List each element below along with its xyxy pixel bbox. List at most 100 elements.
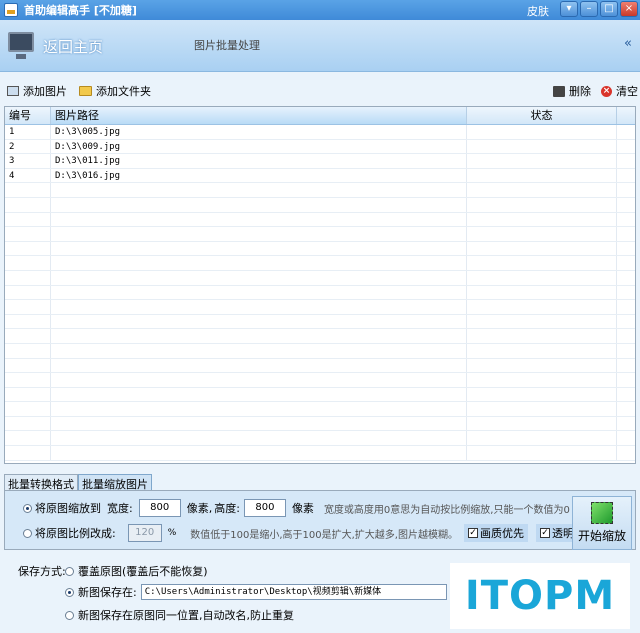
cell-path: D:\3\016.jpg xyxy=(51,168,467,183)
ratio-input[interactable]: 120 xyxy=(127,524,162,542)
ratio-radio[interactable] xyxy=(23,528,32,538)
tab-batch-resize[interactable]: 批量缩放图片 xyxy=(78,474,152,491)
cell-path xyxy=(51,285,467,300)
cell-no xyxy=(5,387,51,402)
height-input[interactable]: 800 xyxy=(243,499,286,517)
cell-status xyxy=(467,446,617,460)
table-row[interactable] xyxy=(5,431,635,447)
close-button[interactable]: × xyxy=(620,1,638,17)
same-location-radio[interactable] xyxy=(65,610,74,620)
quality-first-checkbox[interactable]: ✓ 画质优先 xyxy=(464,524,528,542)
save-path-input[interactable]: C:\Users\Administrator\Desktop\视频剪辑\新媒体 xyxy=(140,584,447,600)
window-title: 首助编辑高手 [不加糖] xyxy=(24,4,137,17)
folder-icon xyxy=(79,86,92,96)
new-location-radio[interactable] xyxy=(65,587,74,597)
overwrite-label: 覆盖原图(覆盖后不能恢复) xyxy=(78,565,208,578)
table-body: 1 D:\3\005.jpg 2 D:\3\009.jpg 3 D:\3\011.jpg 4… xyxy=(5,125,635,461)
resize-hint: 宽度或高度用0意思为自动按比例缩放,只能一个数值为0 xyxy=(323,504,570,516)
cell-path xyxy=(51,358,467,373)
table-row[interactable]: 4 D:\3\016.jpg xyxy=(5,168,635,184)
table-row[interactable] xyxy=(5,329,635,344)
cell-status xyxy=(467,416,617,431)
ratio-hint: 数值低于100是缩小,高于100是扩大,扩大越多,图片越模糊。 xyxy=(190,529,458,541)
table-row[interactable]: 1 D:\3\005.jpg xyxy=(5,125,635,140)
cell-no xyxy=(5,285,51,300)
table-row[interactable] xyxy=(5,183,635,198)
table-row[interactable] xyxy=(5,227,635,242)
toolbar: 添加图片 添加文件夹 删除 × 清空 xyxy=(0,80,640,102)
cube-icon xyxy=(591,502,613,524)
monitor-icon[interactable] xyxy=(8,32,34,59)
table-row[interactable] xyxy=(5,402,635,417)
cell-status xyxy=(467,358,617,373)
table-row[interactable] xyxy=(5,285,635,301)
maximize-button[interactable]: □ xyxy=(600,1,618,17)
cell-path: D:\3\009.jpg xyxy=(51,139,467,154)
clear-button[interactable]: × 清空 xyxy=(601,83,638,99)
cell-status xyxy=(467,241,617,256)
add-folder-label: 添加文件夹 xyxy=(96,85,151,98)
cell-status xyxy=(467,139,617,154)
cell-no: 4 xyxy=(5,168,51,183)
clear-icon: × xyxy=(601,85,612,97)
cell-path xyxy=(51,402,467,416)
cell-status xyxy=(467,183,617,197)
table-row[interactable]: 3 D:\3\011.jpg xyxy=(5,154,635,169)
cell-path xyxy=(51,314,467,329)
table-row[interactable] xyxy=(5,300,635,315)
table-row[interactable] xyxy=(5,197,635,213)
table-row[interactable] xyxy=(5,373,635,388)
resize-to-row: 将原图缩放到 宽度: 800 像素, 高度: 800 像素 宽度或高度用0意思为… xyxy=(23,499,570,517)
px-label-2: 像素 xyxy=(291,502,314,515)
table-row[interactable] xyxy=(5,241,635,257)
ratio-row: 将原图比例改成: 120 % 数值低于100是缩小,高于100是扩大,扩大越多,… xyxy=(23,524,600,542)
tab-batch-convert[interactable]: 批量转换格式 xyxy=(4,474,78,491)
collapse-icon[interactable]: « xyxy=(624,36,632,51)
height-label: 高度: xyxy=(214,502,240,515)
table-row[interactable] xyxy=(5,387,635,403)
column-header-path[interactable]: 图片路径 xyxy=(51,107,467,124)
check-icon: ✓ xyxy=(540,528,550,538)
table-row[interactable] xyxy=(5,256,635,271)
start-resize-button[interactable]: 开始缩放 xyxy=(572,496,632,550)
resize-to-label: 将原图缩放到 xyxy=(35,502,101,515)
cell-path xyxy=(51,256,467,270)
table-row[interactable]: 2 D:\3\009.jpg xyxy=(5,139,635,155)
same-location-label: 新图保存在原图同一位置,自动改名,防止重复 xyxy=(78,609,294,622)
add-folder-button[interactable]: 添加文件夹 xyxy=(79,83,151,99)
table-row[interactable] xyxy=(5,446,635,461)
cell-no xyxy=(5,183,51,197)
save-mode-label: 保存方式: xyxy=(18,565,66,578)
delete-button[interactable]: 删除 xyxy=(553,83,591,99)
cell-no: 1 xyxy=(5,125,51,139)
cell-path xyxy=(51,446,467,460)
add-image-button[interactable]: 添加图片 xyxy=(7,83,67,99)
width-input[interactable]: 800 xyxy=(138,499,181,517)
table-row[interactable] xyxy=(5,416,635,432)
column-header-status[interactable]: 状态 xyxy=(467,107,617,124)
cell-no xyxy=(5,270,51,285)
table-row[interactable] xyxy=(5,358,635,374)
add-image-label: 添加图片 xyxy=(23,85,67,98)
menu-button[interactable]: ▾ xyxy=(560,1,578,17)
minimize-button[interactable]: – xyxy=(580,1,598,17)
table-row[interactable] xyxy=(5,270,635,286)
table-row[interactable] xyxy=(5,314,635,330)
cell-no xyxy=(5,227,51,241)
table-row[interactable] xyxy=(5,212,635,228)
resize-to-radio[interactable] xyxy=(23,503,32,513)
cell-no xyxy=(5,343,51,358)
overwrite-radio[interactable] xyxy=(65,566,74,576)
column-header-no[interactable]: 编号 xyxy=(5,107,51,124)
back-home-link[interactable]: 返回主页 xyxy=(43,36,103,57)
clear-label: 清空 xyxy=(616,85,638,98)
skin-button[interactable]: 皮肤 xyxy=(527,3,549,19)
cell-status xyxy=(467,270,617,285)
table-row[interactable] xyxy=(5,343,635,359)
image-list-table[interactable]: 编号 图片路径 状态 1 D:\3\005.jpg 2 D:\3\009.jpg 3 D:… xyxy=(4,106,636,464)
cell-no: 3 xyxy=(5,154,51,168)
cell-status xyxy=(467,154,617,168)
page-subtitle: 图片批量处理 xyxy=(194,39,260,52)
cell-path xyxy=(51,329,467,343)
cell-status xyxy=(467,300,617,314)
